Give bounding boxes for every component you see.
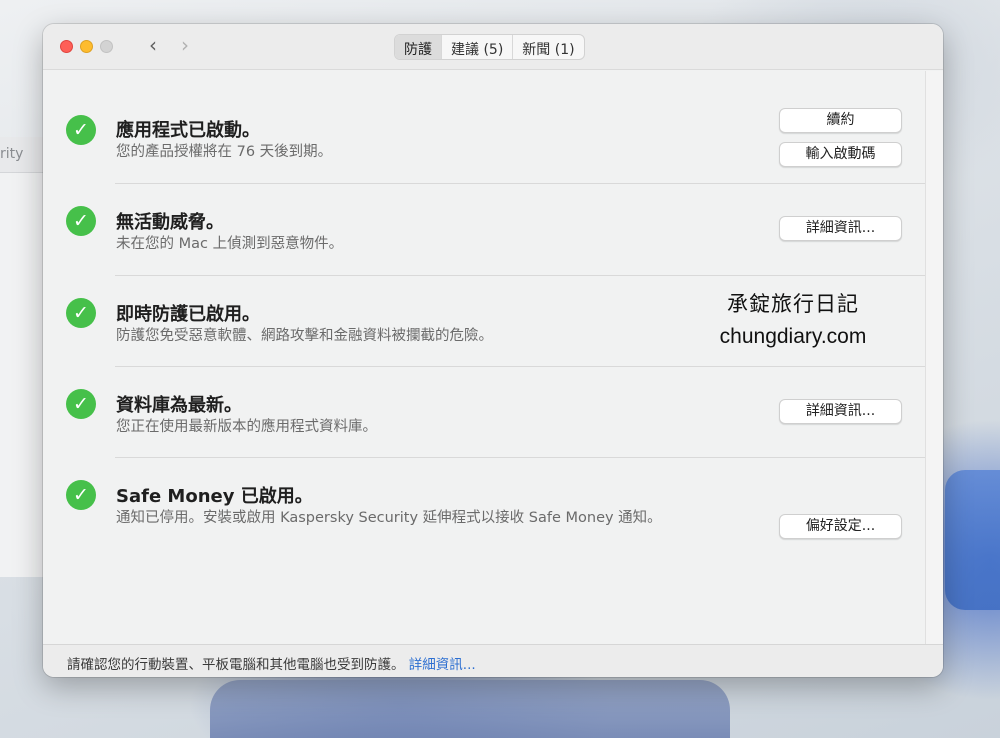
tab-bar: 防護 建議 (5) 新聞 (1) [394, 34, 585, 60]
threats-details-button[interactable]: 詳細資訊... [779, 216, 902, 241]
status-title: 無活動威脅。 [116, 212, 224, 233]
footer: 請確認您的行動裝置、平板電腦和其他電腦也受到防護。 詳細資訊... [43, 644, 943, 677]
status-description: 未在您的 Mac 上偵測到惡意物件。 [116, 236, 344, 252]
status-description: 防護您免受惡意軟體、網路攻擊和金融資料被攔截的危險。 [116, 328, 493, 344]
forward-icon[interactable]: › [174, 34, 196, 58]
renew-button[interactable]: 續約 [779, 108, 902, 133]
watermark-url: chungdiary.com [719, 325, 867, 348]
close-window-button[interactable] [60, 40, 73, 53]
status-description: 您正在使用最新版本的應用程式資料庫。 [116, 419, 377, 435]
divider [115, 275, 925, 276]
tab-recommendations[interactable]: 建議 (5) [442, 35, 514, 59]
database-details-button[interactable]: 詳細資訊... [779, 399, 902, 424]
divider [115, 366, 925, 367]
check-circle-icon: ✓ [66, 480, 96, 510]
footer-text: 請確認您的行動裝置、平板電腦和其他電腦也受到防護。 [67, 657, 405, 673]
status-title: 即時防護已啟用。 [116, 304, 260, 325]
scrollbar[interactable] [925, 71, 943, 644]
status-description: 您的產品授權將在 76 天後到期。 [116, 144, 333, 160]
background-decoration [945, 470, 1000, 610]
tab-protection[interactable]: 防護 [395, 35, 442, 59]
check-circle-icon: ✓ [66, 115, 96, 145]
kaspersky-window: ‹ › 防護 建議 (5) 新聞 (1) ✓ 應用程式已啟動。 您的產品授權將在… [43, 24, 943, 677]
footer-details-link[interactable]: 詳細資訊... [409, 657, 476, 673]
zoom-window-button[interactable] [100, 40, 113, 53]
status-description: 通知已停用。安裝或啟用 Kaspersky Security 延伸程式以接收 S… [116, 510, 662, 526]
check-circle-icon: ✓ [66, 389, 96, 419]
check-circle-icon: ✓ [66, 206, 96, 236]
divider [115, 183, 925, 184]
status-title: 資料庫為最新。 [116, 395, 242, 416]
status-list: ✓ 應用程式已啟動。 您的產品授權將在 76 天後到期。 續約 輸入啟動碼 ✓ … [43, 71, 925, 644]
minimize-window-button[interactable] [80, 40, 93, 53]
tab-news[interactable]: 新聞 (1) [513, 35, 583, 59]
divider [115, 457, 925, 458]
enter-activation-code-button[interactable]: 輸入啟動碼 [779, 142, 902, 167]
preferences-button[interactable]: 偏好設定... [779, 514, 902, 539]
status-title: 應用程式已啟動。 [116, 120, 260, 141]
background-decoration [210, 680, 730, 738]
watermark-title: 承錠旅行日記 [727, 292, 859, 316]
title-bar: ‹ › 防護 建議 (5) 新聞 (1) [43, 24, 943, 70]
check-circle-icon: ✓ [66, 298, 96, 328]
back-icon[interactable]: ‹ [142, 34, 164, 58]
status-title: Safe Money 已啟用。 [116, 486, 313, 507]
